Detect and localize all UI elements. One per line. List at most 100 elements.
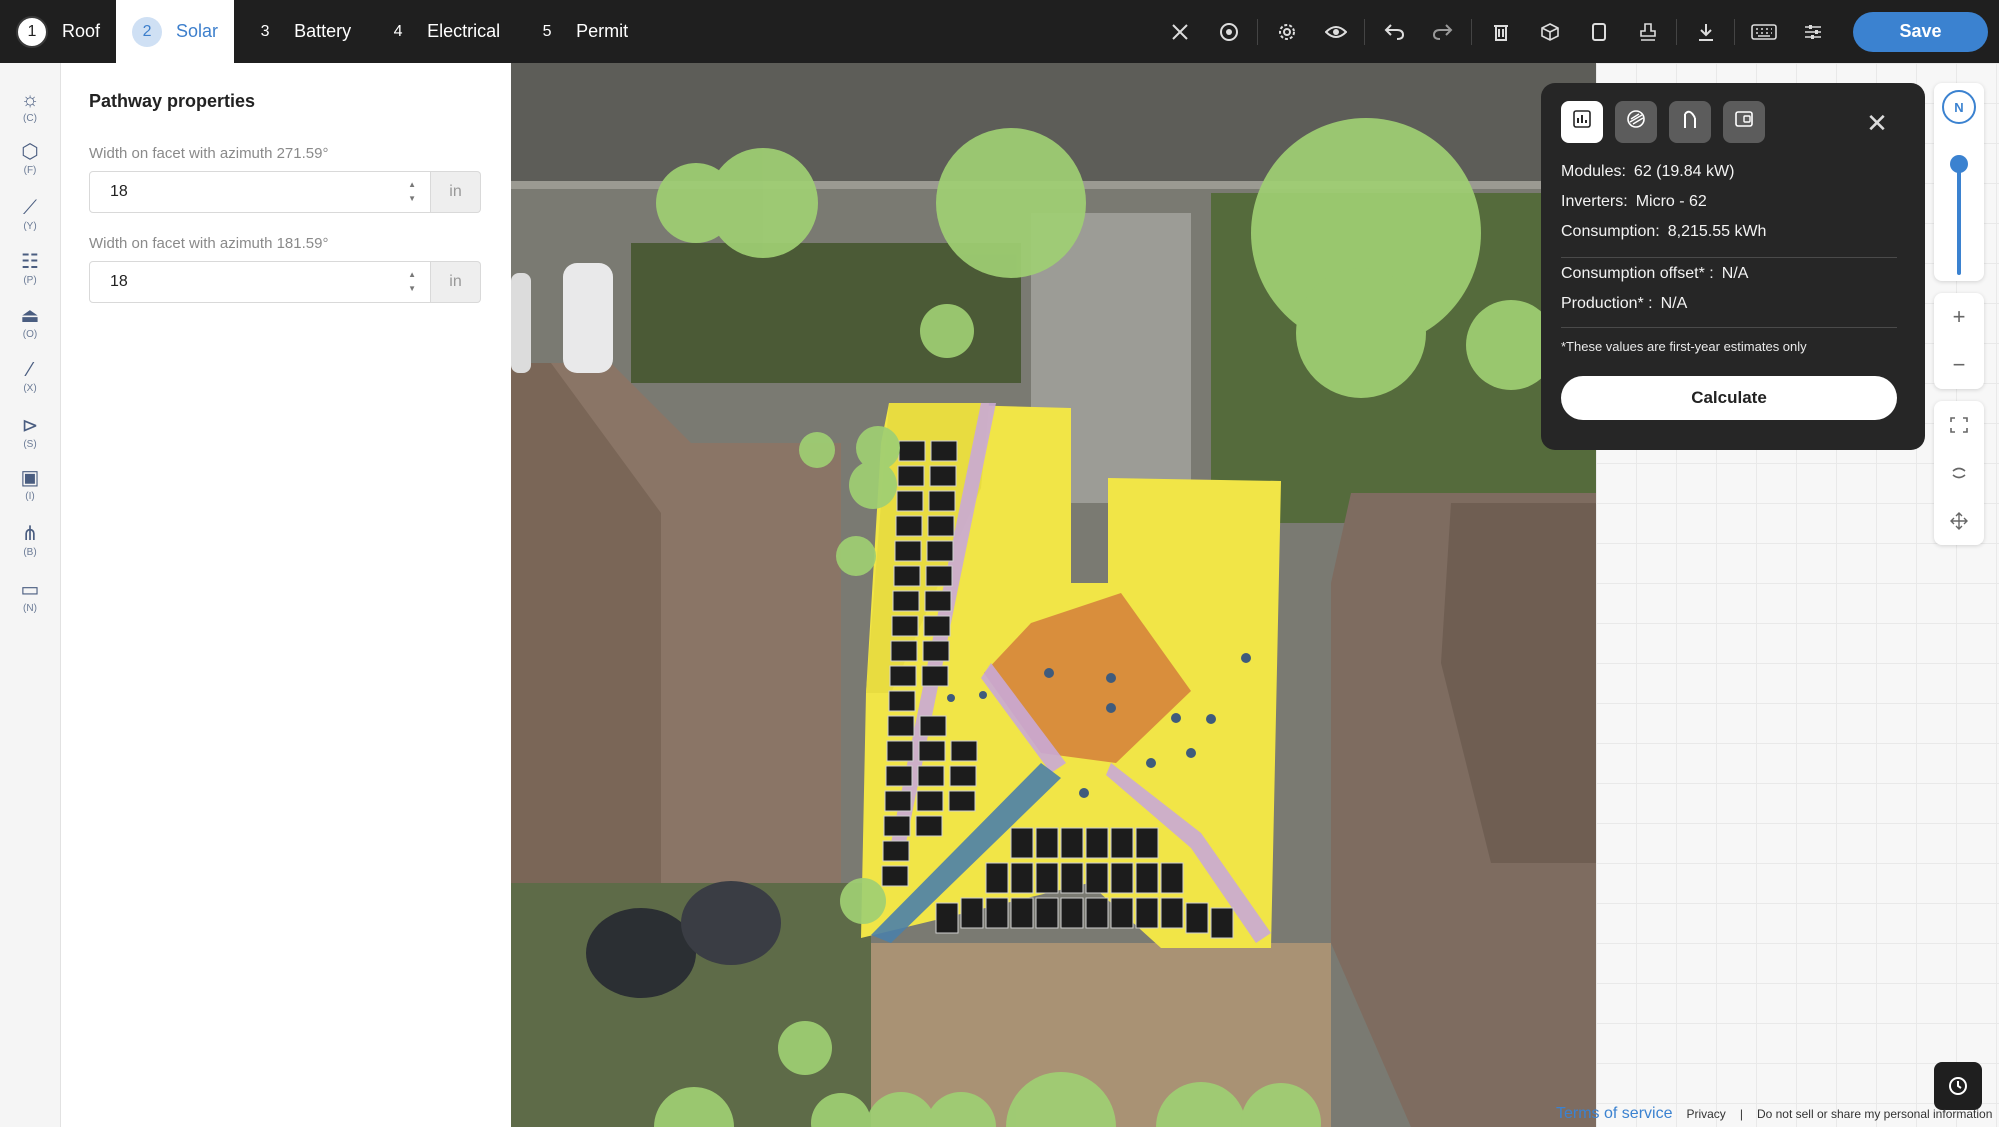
inverters-label: Inverters: [1561, 193, 1628, 210]
bar-chart-icon [1572, 109, 1592, 135]
panel-title: Pathway properties [89, 91, 256, 111]
chevron-up-icon[interactable]: ▲ [408, 268, 416, 282]
undo-icon[interactable] [1369, 0, 1418, 63]
rotate-icon[interactable] [1934, 449, 1984, 497]
toolbar-divider [1471, 18, 1472, 45]
keyboard-icon[interactable] [1739, 0, 1788, 63]
tool-rail: ☼ (C) ⬡ (F) ⟋ (Y) ☷ (P) ⏏ (O) ⁄ (X) ⊳ (S… [0, 63, 61, 1127]
close-icon[interactable]: ✕ [1857, 103, 1897, 143]
wallet-icon [1734, 110, 1754, 134]
tools-icon[interactable] [1155, 0, 1204, 63]
privacy-link[interactable]: Privacy [1686, 1107, 1725, 1121]
step-solar[interactable]: 2 Solar [116, 0, 235, 63]
unit-label: in [431, 171, 481, 213]
toolbar-divider [1257, 18, 1258, 45]
rail-tool-magic-wand[interactable]: ⁄ (X) [0, 359, 60, 394]
zoom-slider-handle[interactable] [1950, 155, 1968, 173]
sliders-icon[interactable] [1788, 0, 1837, 63]
shortcut-key: (I) [25, 491, 35, 502]
save-button[interactable]: Save [1853, 11, 1988, 52]
shortcut-key: (C) [23, 113, 37, 124]
eye-icon[interactable] [1311, 0, 1360, 63]
compass-button[interactable]: N [1934, 83, 1984, 131]
step-roof[interactable]: 1 Roof [0, 0, 116, 63]
rail-tool-facet[interactable]: ⬡ (F) [0, 141, 60, 176]
production-label: Production* : [1561, 295, 1653, 312]
footer-separator: | [1739, 1107, 1743, 1121]
width-input[interactable]: 18 ▲ ▼ [89, 171, 431, 213]
download-icon[interactable] [1681, 0, 1730, 63]
step-electrical[interactable]: 4 Electrical [367, 0, 516, 63]
toolbar-divider [1364, 18, 1365, 45]
redo-icon[interactable] [1418, 0, 1467, 63]
step-battery[interactable]: 3 Battery [234, 0, 367, 63]
width-input[interactable]: 18 ▲ ▼ [89, 261, 431, 303]
page-icon[interactable] [1574, 0, 1623, 63]
shortcut-key: (P) [23, 275, 37, 286]
tab-shade[interactable] [1615, 101, 1657, 143]
stepper[interactable]: ▲ ▼ [408, 268, 416, 296]
chevron-up-icon[interactable]: ▲ [408, 178, 416, 192]
fit-view-icon[interactable] [1934, 401, 1984, 449]
inverters-row: Inverters: Micro - 62 [1561, 193, 1707, 211]
tab-wallet[interactable] [1723, 101, 1765, 143]
step-number: 3 [260, 22, 270, 40]
do-not-sell-link[interactable]: Do not sell or share my personal informa… [1757, 1107, 1992, 1121]
ruler-icon: ▭ [20, 579, 40, 601]
map-canvas[interactable] [511, 63, 1596, 1127]
stamp-icon[interactable] [1623, 0, 1672, 63]
offset-row: Consumption offset* : N/A [1561, 265, 1748, 283]
orientation-control: N [1934, 83, 1984, 281]
modules-label: Modules: [1561, 163, 1626, 180]
zoom-slider-track[interactable] [1957, 165, 1961, 275]
rail-tool-panel[interactable]: ☷ (P) [0, 251, 60, 286]
shortcut-key: (F) [23, 165, 37, 176]
tab-chart[interactable] [1561, 101, 1603, 143]
step-label: Electrical [427, 21, 501, 41]
toolbar-divider [1676, 18, 1677, 45]
properties-panel: Pathway properties Width on facet with a… [61, 63, 511, 1127]
rail-tool-line[interactable]: ⟋ (Y) [0, 197, 60, 232]
obstruction-icon: ⏏ [20, 305, 40, 327]
system-stats-panel: ✕ Modules: 62 (19.84 kW) Inverters: Micro … [1541, 83, 1925, 450]
modules-value: 62 (19.84 kW) [1633, 163, 1735, 180]
step-number: 2 [132, 16, 163, 47]
calculate-button[interactable]: Calculate [1561, 376, 1897, 420]
rail-tool-string[interactable]: ⋔ (B) [0, 523, 60, 558]
trash-icon[interactable] [1476, 0, 1525, 63]
string-icon: ⋔ [21, 523, 39, 545]
history-icon[interactable] [1934, 1062, 1982, 1110]
rail-tool-sun[interactable]: ☼ (C) [0, 89, 60, 124]
rail-tool-select[interactable]: ⊳ (S) [0, 415, 60, 450]
step-permit[interactable]: 5 Permit [516, 0, 644, 63]
shortcut-key: (S) [23, 439, 37, 450]
cube-icon[interactable] [1525, 0, 1574, 63]
settings-icon[interactable] [1262, 0, 1311, 63]
aerial-image [511, 63, 1596, 1127]
line-icon: ⟋ [23, 197, 37, 219]
terms-link[interactable]: Terms of service [1556, 1105, 1672, 1123]
chevron-down-icon[interactable]: ▼ [408, 192, 416, 206]
rail-tool-image[interactable]: ▣ (I) [0, 467, 60, 502]
input-value: 18 [110, 273, 128, 290]
modules-row: Modules: 62 (19.84 kW) [1561, 163, 1734, 181]
offset-label: Consumption offset* : [1561, 265, 1714, 282]
shade-icon [1625, 108, 1647, 136]
target-icon[interactable] [1204, 0, 1253, 63]
pan-icon[interactable] [1934, 497, 1984, 545]
stepper[interactable]: ▲ ▼ [408, 178, 416, 206]
shortcut-key: (B) [23, 547, 37, 558]
image-icon: ▣ [20, 467, 40, 489]
production-row: Production* : N/A [1561, 295, 1687, 313]
step-label: Roof [62, 21, 101, 41]
chevron-down-icon[interactable]: ▼ [408, 282, 416, 296]
rail-tool-obstruction[interactable]: ⏏ (O) [0, 305, 60, 340]
divider [1561, 327, 1897, 328]
rail-tool-ruler[interactable]: ▭ (N) [0, 579, 60, 614]
field-label: Width on facet with azimuth 271.59° [89, 145, 329, 162]
zoom-control: + − [1934, 293, 1984, 389]
zoom-out-icon[interactable]: − [1934, 341, 1984, 389]
zoom-in-icon[interactable]: + [1934, 293, 1984, 341]
tab-strings[interactable] [1669, 101, 1711, 143]
input-value: 18 [110, 183, 128, 200]
